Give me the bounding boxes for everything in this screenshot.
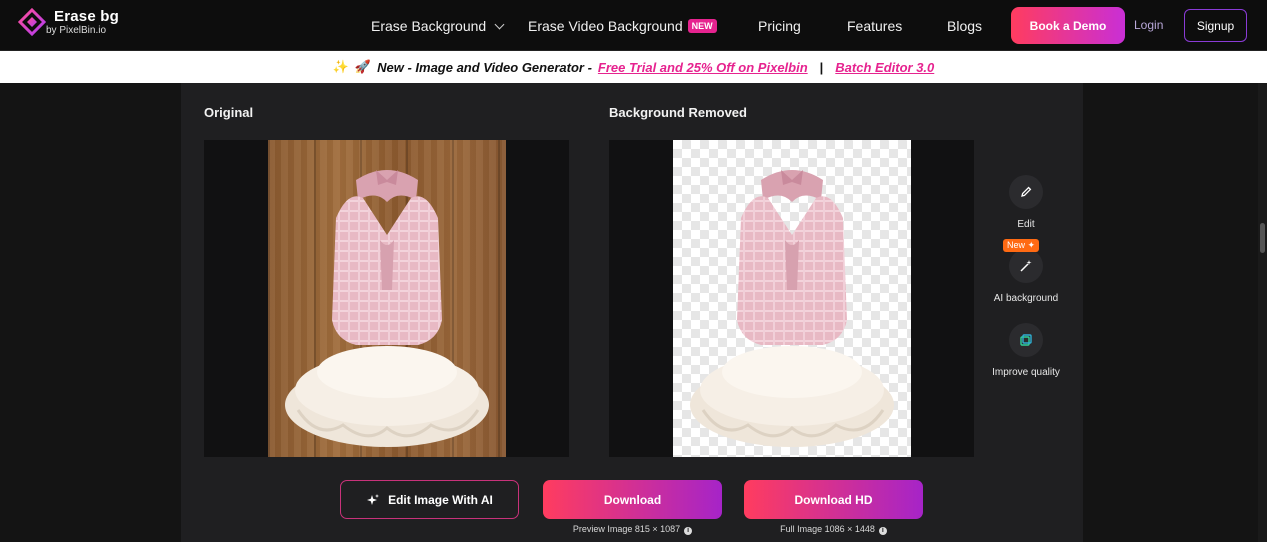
edit-tool-label: Edit	[1017, 219, 1035, 230]
sparkle-icon: ✨	[332, 59, 349, 74]
background-removed-image	[673, 140, 911, 457]
dress-cutout-image	[690, 170, 894, 447]
edit-image-with-ai-label: Edit Image With AI	[388, 492, 493, 507]
announcement-separator: |	[819, 59, 824, 75]
nav-erase-video-background[interactable]: Erase Video Background NEW	[528, 18, 717, 35]
rocket-icon: 🚀	[354, 59, 372, 74]
new-badge: New ✦	[1003, 239, 1040, 252]
new-badge: NEW	[687, 19, 717, 33]
logo-subtitle: by PixelBin.io	[46, 24, 107, 36]
batch-editor-link[interactable]: Batch Editor 3.0	[835, 60, 934, 75]
sparkles-icon	[367, 493, 380, 505]
improve-quality-button[interactable]	[1009, 323, 1043, 357]
announcement-bar: ✨ 🚀 New - Image and Video Generator - Fr…	[0, 51, 1267, 83]
ai-background-tool[interactable]: New ✦ AI background	[976, 239, 1076, 304]
login-link[interactable]: Login	[1134, 18, 1163, 32]
announcement-text: New - Image and Video Generator -	[377, 59, 592, 75]
background-removed-label: Background Removed	[609, 105, 747, 120]
nav-blogs[interactable]: Blogs	[947, 18, 982, 34]
edit-tool[interactable]: Edit	[976, 175, 1076, 230]
original-image	[268, 140, 506, 457]
original-label: Original	[204, 105, 254, 120]
pencil-icon	[1021, 186, 1032, 197]
edit-tool-button[interactable]	[1009, 175, 1043, 209]
nav-pricing[interactable]: Pricing	[758, 18, 801, 34]
page-scrollbar[interactable]	[1258, 83, 1267, 542]
ai-background-label: AI background	[993, 293, 1059, 304]
original-image-panel	[204, 140, 569, 457]
chevron-down-icon	[494, 19, 505, 30]
edit-image-with-ai-button[interactable]: Edit Image With AI	[340, 480, 519, 519]
download-hd-button[interactable]: Download HD	[744, 480, 923, 519]
nav-features[interactable]: Features	[847, 18, 902, 34]
top-nav-bar: Erase bg by PixelBin.io Erase Background…	[0, 0, 1267, 51]
improve-quality-label: Improve quality	[992, 367, 1060, 378]
erase-bg-logo-icon	[18, 8, 46, 36]
logo[interactable]: Erase bg by PixelBin.io	[18, 8, 119, 36]
result-card: Original Background Removed Edit New ✦ A…	[181, 83, 1083, 542]
book-demo-button[interactable]: Book a Demo	[1011, 7, 1125, 44]
new-badge-text: New	[1007, 240, 1026, 250]
info-icon[interactable]: i	[878, 527, 887, 535]
dress-image	[285, 170, 489, 447]
nav-erase-background-label: Erase Background	[371, 18, 487, 34]
preview-image-info: Preview Image 815 × 1087 i	[543, 524, 722, 535]
nav-erase-background[interactable]: Erase Background	[371, 18, 505, 34]
magic-wand-icon	[1020, 260, 1032, 272]
nav-erase-video-label: Erase Video Background	[528, 18, 683, 34]
page: Erase bg by PixelBin.io Erase Background…	[0, 0, 1267, 542]
logo-name: Erase bg	[54, 7, 119, 25]
full-image-info: Full Image 1086 × 1448 i	[744, 524, 923, 535]
enhance-icon	[1020, 334, 1032, 346]
preview-image-info-text: Preview Image 815 × 1087	[572, 524, 681, 534]
info-icon[interactable]: i	[684, 527, 693, 535]
free-trial-link[interactable]: Free Trial and 25% Off on Pixelbin	[598, 60, 808, 75]
signup-button[interactable]: Signup	[1184, 9, 1247, 42]
ai-background-button[interactable]	[1009, 249, 1043, 283]
background-removed-panel	[609, 140, 974, 457]
full-image-info-text: Full Image 1086 × 1448	[780, 524, 875, 534]
improve-quality-tool[interactable]: Improve quality	[976, 323, 1076, 378]
download-button[interactable]: Download	[543, 480, 722, 519]
scrollbar-thumb[interactable]	[1260, 223, 1265, 253]
